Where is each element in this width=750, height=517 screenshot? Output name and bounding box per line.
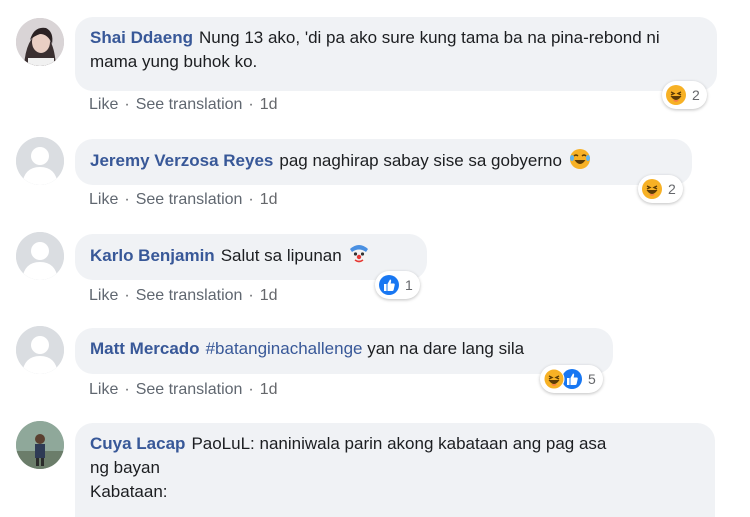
comment-bubble: Jeremy Verzosa Reyes pag naghirap sabay s… (75, 139, 692, 185)
reaction-count: 2 (668, 181, 676, 197)
like-link[interactable]: Like (89, 287, 118, 304)
separator: · (124, 381, 130, 398)
reactions-summary[interactable]: 1 (375, 271, 420, 299)
like-icon (378, 274, 400, 296)
separator: · (248, 287, 254, 304)
comment-author[interactable]: Matt Mercado (90, 339, 200, 358)
comment-bubble: Cuya Lacap PaoLuL: naniniwala parin akong… (75, 423, 715, 517)
clown-emoji (350, 245, 369, 264)
separator: · (248, 96, 254, 113)
separator: · (248, 191, 254, 208)
avatar-photo-icon (16, 18, 64, 66)
haha-icon (641, 178, 663, 200)
see-translation-link[interactable]: See translation (136, 287, 243, 304)
comment-actions: Like · See translation · 1d (89, 381, 278, 399)
timestamp[interactable]: 1d (260, 191, 278, 208)
reaction-count: 5 (588, 371, 596, 387)
avatar[interactable] (16, 326, 64, 374)
haha-icon (665, 84, 687, 106)
reaction-count: 2 (692, 87, 700, 103)
avatar[interactable] (16, 18, 64, 66)
separator: · (124, 191, 130, 208)
default-avatar-icon (16, 137, 64, 185)
haha-icon (543, 368, 565, 390)
avatar-photo-icon (16, 421, 64, 469)
default-avatar-icon (16, 232, 64, 280)
like-link[interactable]: Like (89, 381, 118, 398)
comment-actions: Like · See translation · 1d (89, 96, 278, 114)
default-avatar-icon (16, 326, 64, 374)
comment-bubble: Shai Ddaeng Nung 13 ako, 'di pa ako sure … (75, 17, 717, 91)
comment-text: PaoLuL: naniniwala parin akong kabataan … (191, 434, 607, 453)
separator: · (124, 96, 130, 113)
see-translation-link[interactable]: See translation (136, 96, 243, 113)
comment-author[interactable]: Jeremy Verzosa Reyes (90, 151, 273, 170)
separator: · (124, 287, 130, 304)
timestamp[interactable]: 1d (260, 96, 278, 113)
comment-text: ng bayan (90, 458, 160, 477)
see-translation-link[interactable]: See translation (136, 191, 243, 208)
comment-actions: Like · See translation · 1d (89, 191, 278, 209)
like-link[interactable]: Like (89, 96, 118, 113)
reactions-summary[interactable]: 5 (540, 365, 603, 393)
comment-author[interactable]: Karlo Benjamin (90, 246, 215, 265)
comment-text: Kabataan: (90, 482, 168, 501)
reaction-count: 1 (405, 277, 413, 293)
tears-of-joy-emoji (569, 149, 590, 169)
comment-author[interactable]: Cuya Lacap (90, 434, 185, 453)
reactions-summary[interactable]: 2 (638, 175, 683, 203)
separator: · (248, 381, 254, 398)
avatar[interactable] (16, 421, 64, 469)
comment-text: Salut sa lipunan (220, 246, 342, 265)
timestamp[interactable]: 1d (260, 381, 278, 398)
comment-bubble: Karlo Benjamin Salut sa lipunan (75, 234, 427, 280)
avatar[interactable] (16, 232, 64, 280)
comment-author[interactable]: Shai Ddaeng (90, 28, 193, 47)
hashtag-link[interactable]: #batanginachallenge (206, 339, 363, 358)
reactions-summary[interactable]: 2 (662, 81, 707, 109)
timestamp[interactable]: 1d (260, 287, 278, 304)
comment-actions: Like · See translation · 1d (89, 287, 278, 305)
comment-bubble: Matt Mercado #batanginachallenge yan na d… (75, 328, 613, 374)
like-link[interactable]: Like (89, 191, 118, 208)
see-translation-link[interactable]: See translation (136, 381, 243, 398)
comment-text: yan na dare lang sila (367, 339, 525, 358)
avatar[interactable] (16, 137, 64, 185)
comment-text: pag naghirap sabay sise sa gobyerno (279, 151, 562, 170)
